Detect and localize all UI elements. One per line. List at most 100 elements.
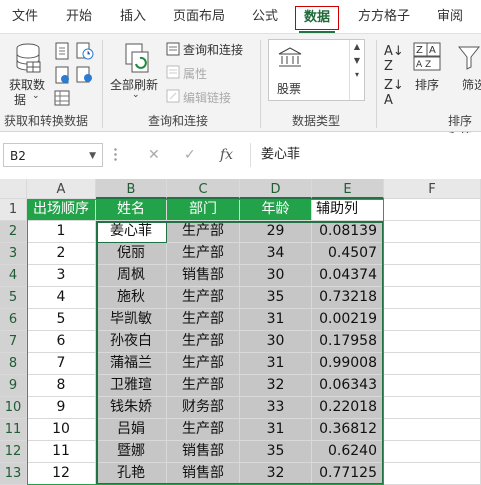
- enter-icon[interactable]: ✓: [184, 143, 196, 167]
- cell-F5[interactable]: [384, 287, 481, 309]
- table-range-icon[interactable]: [54, 90, 70, 106]
- row-header-5[interactable]: 5: [0, 287, 27, 309]
- cell-F7[interactable]: [384, 331, 481, 353]
- cell-D8[interactable]: 31: [240, 353, 312, 375]
- cell-D9[interactable]: 32: [240, 375, 312, 397]
- cell-B2[interactable]: 姜心菲: [96, 221, 167, 243]
- cell-E6[interactable]: 0.00219: [312, 309, 384, 331]
- chevron-down-icon[interactable]: ▼: [89, 144, 96, 168]
- row-header-11[interactable]: 11: [0, 419, 27, 441]
- cell-E7[interactable]: 0.17958: [312, 331, 384, 353]
- fx-icon[interactable]: fx: [220, 143, 233, 167]
- name-box[interactable]: B2 ▼: [3, 143, 103, 167]
- sort-descending-icon[interactable]: Z↓ A: [384, 78, 404, 108]
- cell-F12[interactable]: [384, 441, 481, 463]
- cell-E4[interactable]: 0.04374: [312, 265, 384, 287]
- cell-F8[interactable]: [384, 353, 481, 375]
- menu-data[interactable]: 数据: [295, 6, 340, 33]
- cell-B9[interactable]: 卫雅瑄: [96, 375, 167, 397]
- cell-A3[interactable]: 2: [27, 243, 96, 265]
- row-header-6[interactable]: 6: [0, 309, 27, 331]
- cell-C12[interactable]: 销售部: [167, 441, 240, 463]
- column-header-E[interactable]: E: [312, 179, 384, 199]
- data-types-gallery[interactable]: 股票 ▲ ▼ ▾: [268, 39, 365, 101]
- cell-C3[interactable]: 生产部: [167, 243, 240, 265]
- cell-C13[interactable]: 销售部: [167, 463, 240, 485]
- cell-F6[interactable]: [384, 309, 481, 331]
- cancel-icon[interactable]: ✕: [148, 143, 160, 167]
- row-header-9[interactable]: 9: [0, 375, 27, 397]
- column-header-B[interactable]: B: [96, 179, 167, 199]
- menu-formulas[interactable]: 公式: [252, 0, 278, 33]
- cell-B8[interactable]: 蒲福兰: [96, 353, 167, 375]
- column-header-A[interactable]: A: [27, 179, 96, 199]
- formula-input[interactable]: 姜心菲: [250, 143, 481, 167]
- text-file-icon[interactable]: [54, 42, 70, 60]
- cell-E12[interactable]: 0.6240: [312, 441, 384, 463]
- cell-B1[interactable]: 姓名: [96, 199, 167, 221]
- existing-connections-icon[interactable]: [76, 66, 94, 84]
- cell-A5[interactable]: 4: [27, 287, 96, 309]
- cell-D7[interactable]: 30: [240, 331, 312, 353]
- cell-E1[interactable]: 辅助列: [312, 199, 384, 221]
- column-header-C[interactable]: C: [167, 179, 240, 199]
- cell-F3[interactable]: [384, 243, 481, 265]
- cell-A2[interactable]: 1: [27, 221, 96, 243]
- cell-F13[interactable]: [384, 463, 481, 485]
- cell-C5[interactable]: 生产部: [167, 287, 240, 309]
- select-all-corner[interactable]: [0, 179, 27, 199]
- cell-A12[interactable]: 11: [27, 441, 96, 463]
- cell-E13[interactable]: 0.77125: [312, 463, 384, 485]
- row-header-1[interactable]: 1: [0, 199, 27, 221]
- cell-A8[interactable]: 7: [27, 353, 96, 375]
- cell-C4[interactable]: 销售部: [167, 265, 240, 287]
- web-icon[interactable]: [54, 66, 70, 84]
- cell-A11[interactable]: 10: [27, 419, 96, 441]
- cell-B7[interactable]: 孙夜白: [96, 331, 167, 353]
- cell-C7[interactable]: 生产部: [167, 331, 240, 353]
- row-header-13[interactable]: 13: [0, 463, 27, 485]
- cell-E3[interactable]: 0.4507: [312, 243, 384, 265]
- cell-A7[interactable]: 6: [27, 331, 96, 353]
- cell-A4[interactable]: 3: [27, 265, 96, 287]
- cell-D12[interactable]: 35: [240, 441, 312, 463]
- cell-C6[interactable]: 生产部: [167, 309, 240, 331]
- cell-F10[interactable]: [384, 397, 481, 419]
- cell-A1[interactable]: 出场顺序: [27, 199, 96, 221]
- cell-E2[interactable]: 0.08139: [312, 221, 384, 243]
- cell-B12[interactable]: 暨娜: [96, 441, 167, 463]
- sort-ascending-icon[interactable]: A↓ Z: [384, 44, 404, 74]
- cell-C9[interactable]: 生产部: [167, 375, 240, 397]
- menu-fangfang[interactable]: 方方格子: [358, 0, 410, 33]
- cell-B5[interactable]: 施秋: [96, 287, 167, 309]
- menu-insert[interactable]: 插入: [120, 0, 146, 33]
- cell-D10[interactable]: 33: [240, 397, 312, 419]
- cell-E8[interactable]: 0.99008: [312, 353, 384, 375]
- cell-B13[interactable]: 孔艳: [96, 463, 167, 485]
- cell-A13[interactable]: 12: [27, 463, 96, 485]
- cell-B4[interactable]: 周枫: [96, 265, 167, 287]
- menu-home[interactable]: 开始: [66, 0, 92, 33]
- cell-A9[interactable]: 8: [27, 375, 96, 397]
- row-header-3[interactable]: 3: [0, 243, 27, 265]
- menu-review[interactable]: 审阅: [437, 0, 463, 33]
- cell-E9[interactable]: 0.06343: [312, 375, 384, 397]
- formula-bar-grip[interactable]: [114, 147, 117, 163]
- cell-D1[interactable]: 年龄: [240, 199, 312, 221]
- cell-C8[interactable]: 生产部: [167, 353, 240, 375]
- cell-B10[interactable]: 钱朱娇: [96, 397, 167, 419]
- cell-C1[interactable]: 部门: [167, 199, 240, 221]
- cell-B11[interactable]: 吕娟: [96, 419, 167, 441]
- cell-A10[interactable]: 9: [27, 397, 96, 419]
- cell-D3[interactable]: 34: [240, 243, 312, 265]
- row-header-7[interactable]: 7: [0, 331, 27, 353]
- cell-C11[interactable]: 生产部: [167, 419, 240, 441]
- menu-page-layout[interactable]: 页面布局: [173, 0, 225, 33]
- cell-E10[interactable]: 0.22018: [312, 397, 384, 419]
- cell-D6[interactable]: 31: [240, 309, 312, 331]
- cell-F9[interactable]: [384, 375, 481, 397]
- cell-E5[interactable]: 0.73218: [312, 287, 384, 309]
- row-header-8[interactable]: 8: [0, 353, 27, 375]
- menu-file[interactable]: 文件: [12, 0, 38, 33]
- cell-D5[interactable]: 35: [240, 287, 312, 309]
